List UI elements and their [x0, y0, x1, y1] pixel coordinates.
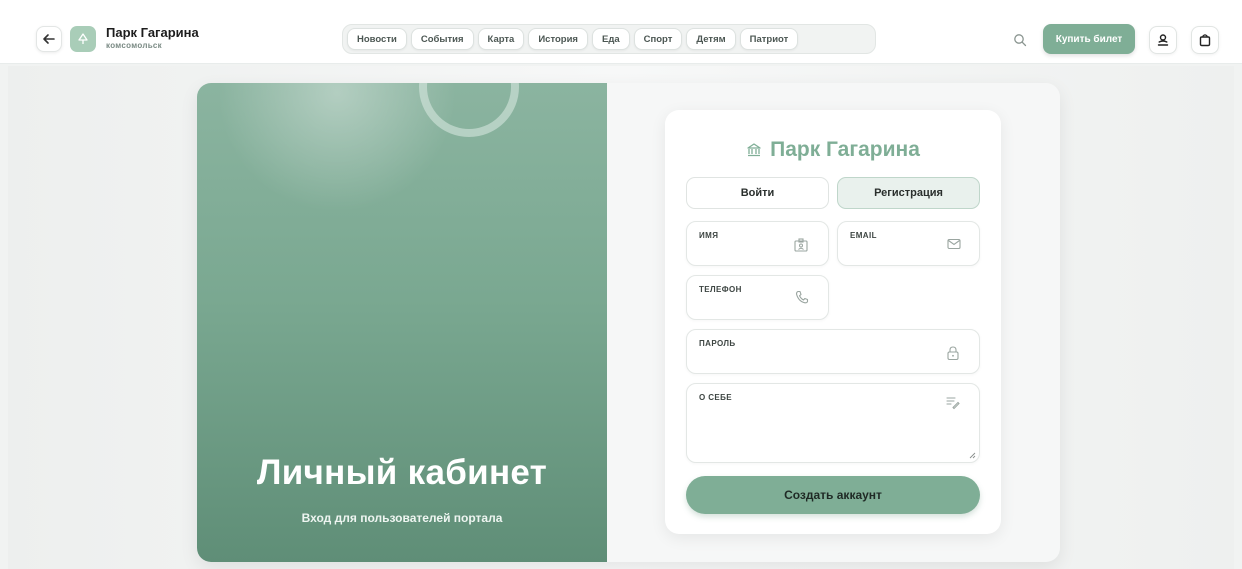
notes-edit-icon: [946, 397, 960, 410]
brand-subtitle: комсомольск: [106, 41, 162, 50]
about-field-label: О СЕБЕ: [699, 393, 733, 402]
logo[interactable]: [70, 26, 96, 52]
museum-icon: [747, 143, 761, 157]
nav-item-sport[interactable]: Спорт: [633, 28, 683, 50]
tab-login[interactable]: Войти: [686, 177, 829, 209]
hero-panel: Личный кабинет Вход для пользователей по…: [197, 83, 607, 562]
phone-field-label: ТЕЛЕФОН: [699, 285, 742, 294]
lock-icon: [947, 346, 959, 361]
buy-ticket-button[interactable]: Купить билет: [1043, 24, 1135, 54]
password-field-label: ПАРОЛЬ: [699, 339, 736, 348]
about-textarea[interactable]: О СЕБЕ: [686, 383, 980, 463]
name-field[interactable]: ИМЯ: [686, 221, 829, 266]
create-account-button[interactable]: Создать аккаунт: [686, 476, 980, 514]
mail-icon: [947, 238, 961, 250]
id-card-icon: [794, 238, 808, 252]
nav-item-patriot[interactable]: Патриот: [739, 28, 799, 50]
header: Парк Гагарина комсомольск Новости Событи…: [0, 0, 1242, 64]
nav-item-history[interactable]: История: [528, 28, 588, 50]
nav-item-kids[interactable]: Детям: [686, 28, 736, 50]
tab-register[interactable]: Регистрация: [837, 177, 980, 209]
phone-field[interactable]: ТЕЛЕФОН: [686, 275, 829, 320]
hero-title: Личный кабинет: [256, 453, 548, 492]
email-field[interactable]: EMAIL: [837, 221, 980, 266]
tree-icon: [78, 33, 88, 44]
shopping-bag-icon: [1199, 34, 1211, 47]
form-title: Парк Гагарина: [665, 138, 1001, 162]
nav-item-food[interactable]: Еда: [591, 28, 630, 50]
phone-icon: [795, 290, 809, 304]
back-button[interactable]: [36, 26, 62, 52]
nav-item-map[interactable]: Карта: [477, 28, 525, 50]
registration-form: Парк Гагарина Войти Регистрация ИМЯ EMAI…: [665, 110, 1001, 534]
hero-subtitle: Вход для пользователей портала: [301, 511, 503, 525]
password-field[interactable]: ПАРОЛЬ: [686, 329, 980, 374]
form-title-text: Парк Гагарина: [770, 138, 920, 161]
auth-card: Личный кабинет Вход для пользователей по…: [197, 83, 1060, 562]
search-button[interactable]: [1008, 28, 1032, 52]
cart-button[interactable]: [1191, 26, 1219, 54]
search-icon: [1014, 34, 1027, 47]
nav-item-events[interactable]: События: [410, 28, 474, 50]
resize-handle-icon[interactable]: [969, 452, 976, 459]
user-icon: [1157, 34, 1169, 46]
name-field-label: ИМЯ: [699, 231, 719, 240]
arrow-left-icon: [43, 34, 55, 44]
main-nav: Новости События Карта История Еда Спорт …: [342, 24, 876, 54]
profile-button[interactable]: [1149, 26, 1177, 54]
nav-item-news[interactable]: Новости: [347, 28, 407, 50]
email-field-label: EMAIL: [850, 231, 877, 240]
brand-title[interactable]: Парк Гагарина: [106, 25, 199, 40]
